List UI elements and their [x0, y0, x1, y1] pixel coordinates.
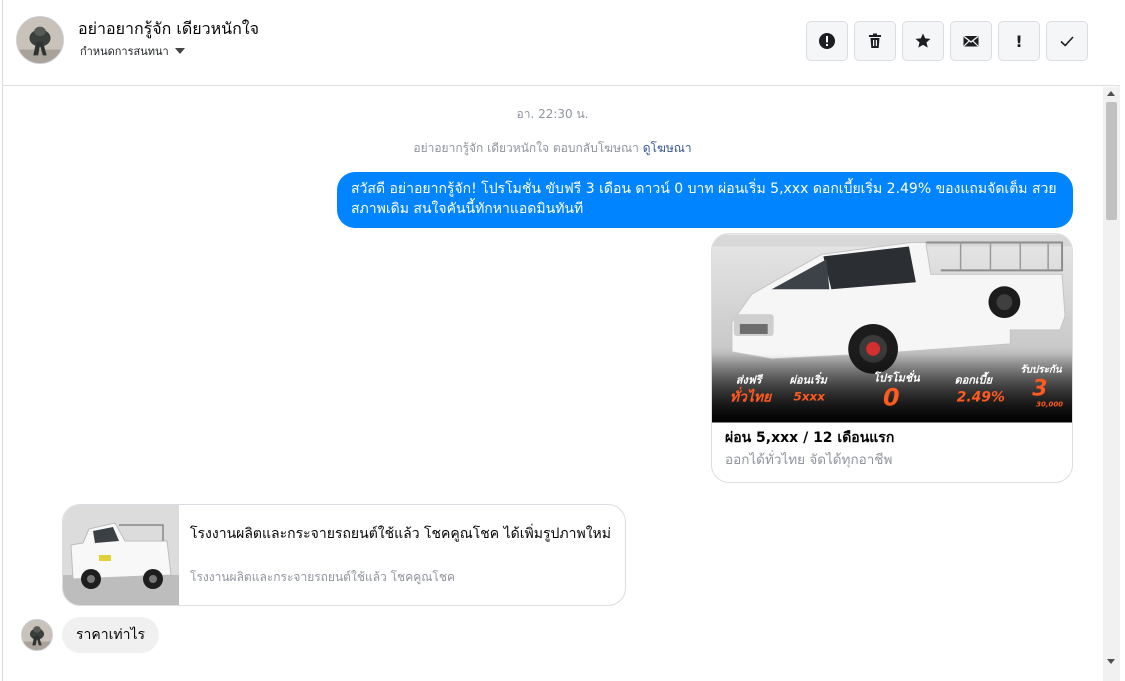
conversation-header: อย่าอยากรู้จัก เดียวหนักใจ กำหนดการสนทนา	[3, 0, 1120, 86]
banner-promotion-label: โปรโมชั่น	[873, 370, 920, 385]
trash-icon	[869, 33, 881, 48]
sender-avatar[interactable]	[21, 619, 53, 651]
incoming-message-bubble[interactable]: ราคาเท่าไร	[62, 617, 160, 653]
star-button[interactable]	[902, 21, 944, 61]
thread-scrollbar[interactable]	[1103, 87, 1120, 681]
envelope-icon	[963, 35, 979, 47]
ad-car-image: ส่งฟรี ทั่วไทย ผ่อนเริ่ม 5xxx โปรโมชั่น …	[712, 234, 1072, 423]
banner-warranty-distance: 30,000	[1036, 401, 1063, 409]
banner-free-delivery-value: ทั่วไทย	[730, 387, 773, 406]
follow-up-button[interactable]: !	[998, 21, 1040, 61]
link-thumbnail-image	[63, 505, 179, 605]
caret-down-icon	[174, 48, 185, 54]
messenger-window: อย่าอยากรู้จัก เดียวหนักใจ กำหนดการสนทนา	[2, 0, 1120, 681]
scrollbar-thumb[interactable]	[1106, 102, 1117, 220]
banner-interest-value: 2.49%	[957, 390, 1005, 406]
outgoing-message-bubble[interactable]: สวัสดี อย่าอยากรู้จัก! โปรโมชั่น ขับฟรี …	[337, 172, 1073, 228]
banner-installment-label: ผ่อนเริ่ม	[790, 372, 828, 387]
banner-interest-label: ดอกเบี้ย	[955, 372, 994, 387]
star-icon	[915, 33, 931, 48]
scroll-down-arrow-icon[interactable]	[1107, 659, 1115, 664]
ad-card-title: ผ่อน 5,xxx / 12 เดือนแรก	[725, 430, 895, 446]
conversation-toolbar: !	[806, 21, 1088, 61]
shared-link-card[interactable]: โรงงานผลิตและกระจายรถยนต์ใช้แล้ว โชคคูณโ…	[62, 504, 626, 606]
mark-unread-button[interactable]	[950, 21, 992, 61]
view-ad-link[interactable]: ดูโฆษณา	[643, 141, 692, 155]
ad-reply-text: อย่าอยากรู้จัก เดียวหนักใจ ตอบกลับโฆษณา	[413, 141, 639, 155]
message-thread[interactable]: อา. 22:30 น. อย่าอยากรู้จัก เดียวหนักใจ …	[3, 87, 1102, 681]
message-timestamp: อา. 22:30 น.	[516, 107, 589, 121]
contact-avatar[interactable]	[16, 16, 64, 64]
avatar-image	[17, 17, 63, 63]
delete-button[interactable]	[854, 21, 896, 61]
ad-reply-notice: อย่าอยากรู้จัก เดียวหนักใจ ตอบกลับโฆษณา …	[3, 139, 1102, 158]
banner-warranty-years: 3	[1032, 377, 1047, 402]
mark-spam-button[interactable]	[806, 21, 848, 61]
alert-circle-icon	[819, 33, 835, 49]
banner-installment-value: 5xxx	[794, 390, 826, 404]
link-card-title: โรงงานผลิตและกระจายรถยนต์ใช้แล้ว โชคคูณโ…	[190, 526, 612, 542]
conversation-settings-label: กำหนดการสนทนา	[80, 45, 169, 58]
contact-name[interactable]: อย่าอยากรู้จัก เดียวหนักใจ	[78, 17, 259, 42]
link-card-domain: โรงงานผลิตและกระจายรถยนต์ใช้แล้ว โชคคูณโ…	[190, 570, 455, 584]
banner-warranty-label: รับประกัน	[1020, 364, 1063, 376]
mark-done-button[interactable]	[1046, 21, 1088, 61]
exclamation-icon: !	[1015, 31, 1023, 51]
check-icon	[1060, 36, 1074, 47]
ad-card-subtitle: ออกได้ทั่วไทย จัดได้ทุกอาชีพ	[725, 452, 893, 468]
banner-free-delivery-label: ส่งฟรี	[736, 374, 764, 387]
ad-preview-card[interactable]: ส่งฟรี ทั่วไทย ผ่อนเริ่ม 5xxx โปรโมชั่น …	[711, 233, 1073, 483]
conversation-settings-dropdown[interactable]: กำหนดการสนทนา	[80, 42, 185, 60]
scroll-up-arrow-icon[interactable]	[1107, 91, 1115, 96]
avatar-image	[22, 620, 52, 650]
banner-promotion-value: 0	[883, 384, 900, 412]
